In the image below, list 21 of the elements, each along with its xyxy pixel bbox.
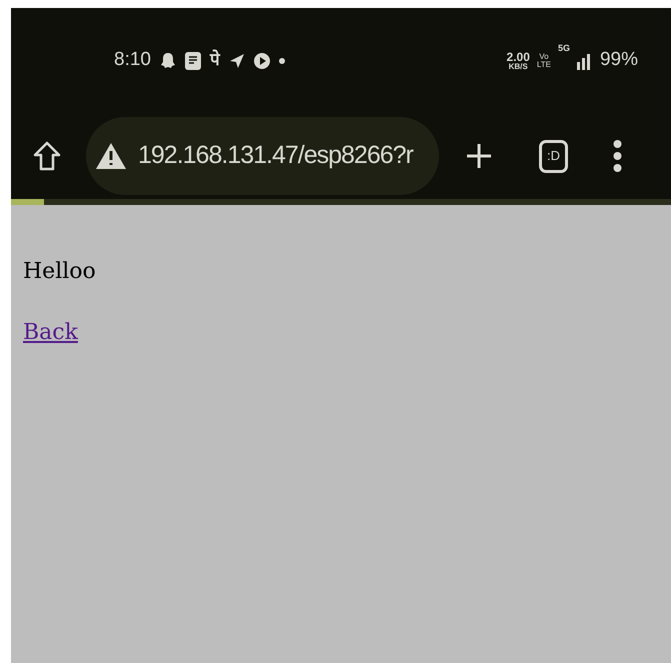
- send-icon: [228, 52, 245, 68]
- play-icon: [254, 52, 270, 68]
- menu-icon[interactable]: [613, 140, 622, 172]
- url-text: 192.168.131.47/esp8266?r: [138, 140, 413, 172]
- battery-percent: 99%: [600, 48, 638, 72]
- address-bar[interactable]: 192.168.131.47/esp8266?r: [86, 117, 439, 195]
- volte-label: LTE: [536, 60, 551, 68]
- document-icon: [184, 52, 201, 70]
- plus-icon[interactable]: [466, 143, 492, 169]
- volte-label: Vo: [539, 52, 549, 60]
- speed-unit: KB/S: [508, 62, 528, 70]
- speed-value: 2.00: [506, 50, 530, 62]
- warning-icon: [96, 143, 126, 169]
- signal-icon: [576, 52, 593, 70]
- network-label: 5G: [558, 42, 570, 56]
- tabs-button[interactable]: :D: [539, 140, 568, 172]
- dot-icon: [278, 58, 285, 64]
- clock: 8:10: [114, 48, 151, 72]
- back-link[interactable]: Back: [23, 316, 78, 349]
- page-text: Helloo: [23, 258, 97, 286]
- app-glyph: पे: [210, 48, 220, 72]
